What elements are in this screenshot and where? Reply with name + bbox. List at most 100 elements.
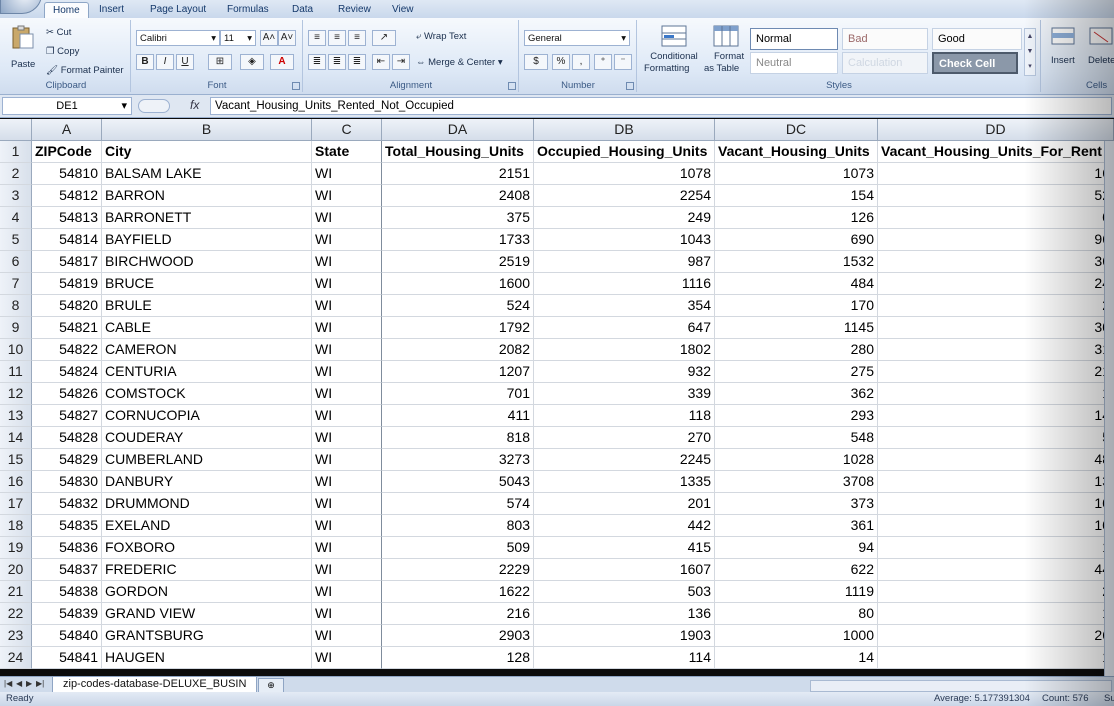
align-left-button[interactable]: ≣ bbox=[308, 54, 326, 70]
row-number[interactable]: 8 bbox=[0, 295, 32, 317]
cell-vacant-for-rent[interactable]: 1 bbox=[878, 647, 1114, 669]
top-align-button[interactable]: ≡ bbox=[308, 30, 326, 46]
row-number[interactable]: 6 bbox=[0, 251, 32, 273]
cell-occupied-housing-units[interactable]: 249 bbox=[534, 207, 715, 229]
cell-city[interactable]: FREDERIC bbox=[102, 559, 312, 581]
cell-vacant-for-rent[interactable]: 14 bbox=[878, 405, 1114, 427]
cell-vacant-housing-units[interactable]: 361 bbox=[715, 515, 878, 537]
cell-vacant-for-rent[interactable]: 31 bbox=[878, 339, 1114, 361]
cell-vacant-housing-units[interactable]: 1119 bbox=[715, 581, 878, 603]
style-bad[interactable]: Bad bbox=[842, 28, 928, 50]
cell-total-housing-units[interactable]: 1207 bbox=[382, 361, 534, 383]
cell-city[interactable]: BIRCHWOOD bbox=[102, 251, 312, 273]
cell-zipcode[interactable]: 54819 bbox=[32, 273, 102, 295]
cell-vacant-housing-units[interactable]: 280 bbox=[715, 339, 878, 361]
align-center-button[interactable]: ≣ bbox=[328, 54, 346, 70]
cell-state[interactable]: WI bbox=[312, 427, 382, 449]
tab-home[interactable]: Home bbox=[44, 2, 89, 19]
cell-city[interactable]: CUMBERLAND bbox=[102, 449, 312, 471]
row-number[interactable]: 16 bbox=[0, 471, 32, 493]
tab-page-layout[interactable]: Page Layout bbox=[142, 2, 214, 18]
cell-vacant-for-rent[interactable]: 2 bbox=[878, 295, 1114, 317]
cell-city[interactable]: BRULE bbox=[102, 295, 312, 317]
shrink-font-button[interactable]: A˅ bbox=[278, 30, 296, 46]
column-header-a[interactable]: A bbox=[32, 119, 102, 141]
cell-city[interactable]: EXELAND bbox=[102, 515, 312, 537]
cell-zipcode[interactable]: 54812 bbox=[32, 185, 102, 207]
cell-zipcode[interactable]: 54821 bbox=[32, 317, 102, 339]
cell-state[interactable]: WI bbox=[312, 581, 382, 603]
cell-vacant-for-rent[interactable]: 2 bbox=[878, 581, 1114, 603]
number-format-select[interactable]: General ▾ bbox=[524, 30, 630, 46]
insert-cells-button[interactable]: Insert bbox=[1046, 24, 1082, 78]
cell-vacant-for-rent[interactable]: 10 bbox=[878, 515, 1114, 537]
cell-city[interactable]: BARRONETT bbox=[102, 207, 312, 229]
tab-review[interactable]: Review bbox=[330, 2, 379, 18]
cell-total-housing-units[interactable]: 2151 bbox=[382, 163, 534, 185]
insert-function-button[interactable]: fx bbox=[190, 98, 199, 112]
underline-button[interactable]: U bbox=[176, 54, 194, 70]
increase-indent-button[interactable]: ⇥ bbox=[392, 54, 410, 70]
cell-vacant-housing-units[interactable]: 14 bbox=[715, 647, 878, 669]
cell-vacant-housing-units[interactable]: 548 bbox=[715, 427, 878, 449]
cell-zipcode[interactable]: 54841 bbox=[32, 647, 102, 669]
tab-formulas[interactable]: Formulas bbox=[219, 2, 277, 18]
cell-zipcode[interactable]: 54817 bbox=[32, 251, 102, 273]
cell-occupied-housing-units[interactable]: 1116 bbox=[534, 273, 715, 295]
cell-state[interactable]: WI bbox=[312, 559, 382, 581]
cell-vacant-for-rent[interactable]: 26 bbox=[878, 625, 1114, 647]
cell-zipcode[interactable]: 54832 bbox=[32, 493, 102, 515]
cell-state[interactable]: WI bbox=[312, 647, 382, 669]
cell-total-housing-units[interactable]: 803 bbox=[382, 515, 534, 537]
cell-zipcode[interactable]: 54813 bbox=[32, 207, 102, 229]
cell-zipcode[interactable]: 54836 bbox=[32, 537, 102, 559]
row-number[interactable]: 14 bbox=[0, 427, 32, 449]
cell-state[interactable]: WI bbox=[312, 449, 382, 471]
cell-vacant-housing-units[interactable]: 126 bbox=[715, 207, 878, 229]
cell-city[interactable]: BALSAM LAKE bbox=[102, 163, 312, 185]
cell-zipcode[interactable]: 54835 bbox=[32, 515, 102, 537]
cell-occupied-housing-units[interactable]: 1043 bbox=[534, 229, 715, 251]
font-size-select[interactable]: 11 ▾ bbox=[220, 30, 256, 46]
row-number[interactable]: 17 bbox=[0, 493, 32, 515]
cell-vacant-housing-units[interactable]: 3708 bbox=[715, 471, 878, 493]
wrap-text-button[interactable]: ⤶ Wrap Text bbox=[416, 30, 466, 44]
cell-occupied-housing-units[interactable]: 114 bbox=[534, 647, 715, 669]
cell-state[interactable]: WI bbox=[312, 515, 382, 537]
cell-total-housing-units[interactable]: 1622 bbox=[382, 581, 534, 603]
cell-city[interactable]: BAYFIELD bbox=[102, 229, 312, 251]
cell-vacant-housing-units[interactable]: 1073 bbox=[715, 163, 878, 185]
cell-zipcode[interactable]: 54822 bbox=[32, 339, 102, 361]
cell-vacant-housing-units[interactable]: 1000 bbox=[715, 625, 878, 647]
tab-insert[interactable]: Insert bbox=[91, 2, 132, 18]
decrease-indent-button[interactable]: ⇤ bbox=[372, 54, 390, 70]
row-number[interactable]: 12 bbox=[0, 383, 32, 405]
row-number[interactable]: 21 bbox=[0, 581, 32, 603]
cell-total-housing-units[interactable]: 1792 bbox=[382, 317, 534, 339]
sheet-tab-active[interactable]: zip-codes-database-DELUXE_BUSIN bbox=[52, 677, 258, 693]
row-number[interactable]: 23 bbox=[0, 625, 32, 647]
cell-occupied-housing-units[interactable]: 987 bbox=[534, 251, 715, 273]
paste-button[interactable]: Paste bbox=[8, 24, 38, 72]
cell-zipcode[interactable]: 54839 bbox=[32, 603, 102, 625]
cell-zipcode[interactable]: 54820 bbox=[32, 295, 102, 317]
row-number[interactable]: 7 bbox=[0, 273, 32, 295]
column-header-dd[interactable]: DD bbox=[878, 119, 1114, 141]
cell-vacant-housing-units[interactable]: 373 bbox=[715, 493, 878, 515]
row-number[interactable]: 19 bbox=[0, 537, 32, 559]
cell-vacant-housing-units[interactable]: 362 bbox=[715, 383, 878, 405]
cell-zipcode[interactable]: 54840 bbox=[32, 625, 102, 647]
cell-total-housing-units[interactable]: 2082 bbox=[382, 339, 534, 361]
bold-button[interactable]: B bbox=[136, 54, 154, 70]
cell-vacant-housing-units[interactable]: 154 bbox=[715, 185, 878, 207]
tab-data[interactable]: Data bbox=[284, 2, 321, 18]
cell-zipcode[interactable]: 54838 bbox=[32, 581, 102, 603]
cell-occupied-housing-units[interactable]: 201 bbox=[534, 493, 715, 515]
cell-state[interactable]: WI bbox=[312, 317, 382, 339]
cell-vacant-housing-units[interactable]: 275 bbox=[715, 361, 878, 383]
cell-state[interactable]: WI bbox=[312, 603, 382, 625]
cell-occupied-housing-units[interactable]: 2245 bbox=[534, 449, 715, 471]
cell-vacant-for-rent[interactable]: 1 bbox=[878, 603, 1114, 625]
row-number[interactable]: 5 bbox=[0, 229, 32, 251]
cell-vacant-for-rent[interactable]: 1 bbox=[878, 383, 1114, 405]
